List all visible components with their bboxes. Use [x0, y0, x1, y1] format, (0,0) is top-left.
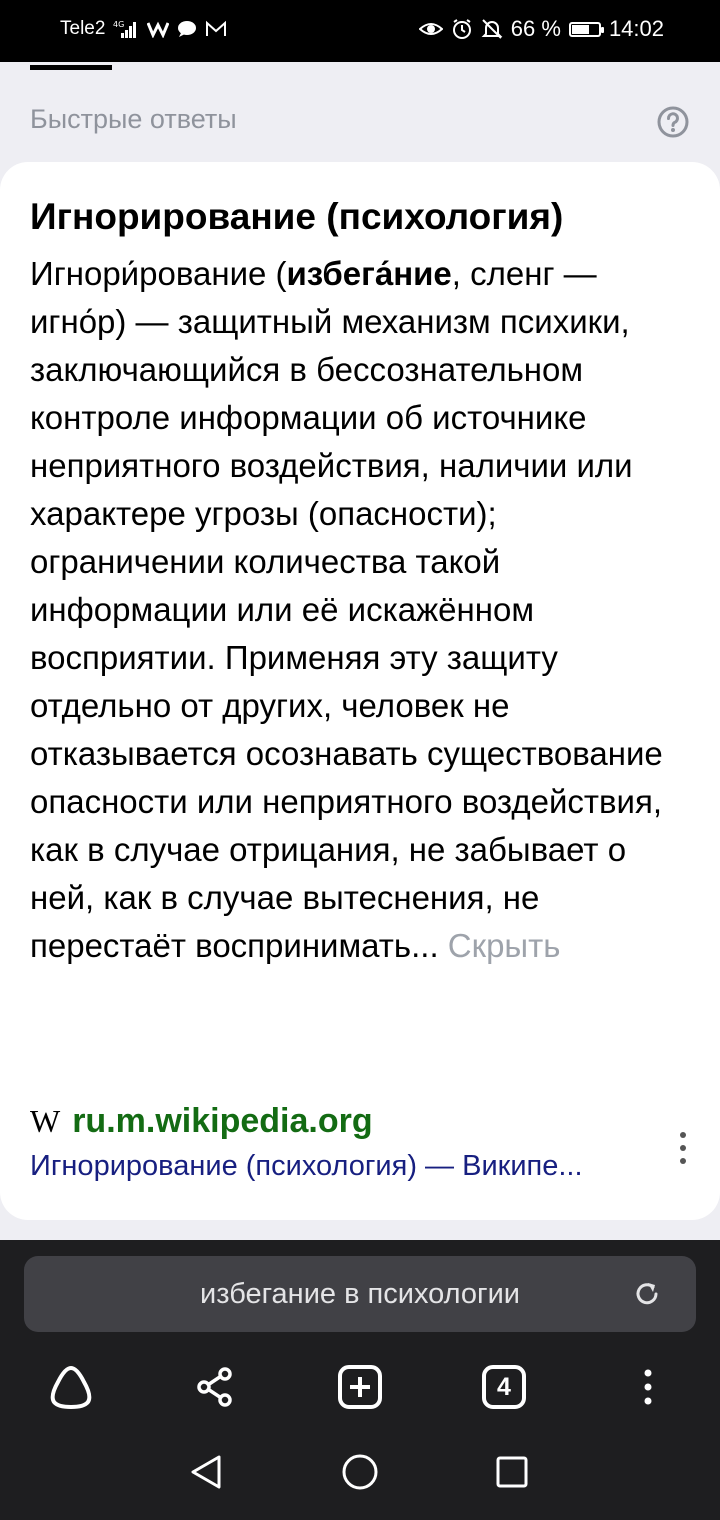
home-icon[interactable]: [340, 1452, 380, 1492]
tab-count: 4: [497, 1372, 511, 1401]
section-title: Быстрые ответы: [30, 104, 237, 134]
back-icon[interactable]: [186, 1452, 226, 1492]
reload-icon[interactable]: [632, 1279, 662, 1309]
share-icon[interactable]: [190, 1362, 240, 1412]
menu-icon[interactable]: [623, 1362, 673, 1412]
battery-icon: [568, 21, 604, 37]
recents-icon[interactable]: [492, 1452, 532, 1492]
answer-body-rest: , сленг — игно́р) — защитный механизм пс…: [30, 255, 663, 964]
address-bar[interactable]: избегание в психологии: [24, 1256, 696, 1332]
hide-link[interactable]: Скрыть: [448, 927, 561, 964]
eye-icon: [418, 19, 443, 39]
app-w-icon: [147, 20, 170, 38]
battery-level: [571, 24, 590, 34]
notifications-off-icon: [481, 18, 503, 40]
new-tab-icon[interactable]: [335, 1362, 385, 1412]
status-bar: Tele2 4G 66 % 14:02: [0, 0, 720, 62]
network-type-label: 4G: [113, 20, 124, 29]
answer-card: Игнорирование (психология) Игнори́ровани…: [0, 162, 720, 1220]
source-title-link[interactable]: Игнорирование (психология) — Википе...: [30, 1150, 650, 1183]
answer-body-intro: Игнори́рование (: [30, 255, 287, 292]
alice-icon[interactable]: [46, 1362, 96, 1412]
tabs-icon[interactable]: 4: [479, 1362, 529, 1412]
source-row[interactable]: W ru.m.wikipedia.org: [30, 1102, 373, 1141]
source-domain-link[interactable]: ru.m.wikipedia.org: [72, 1102, 372, 1141]
system-nav-bar: [0, 1420, 720, 1520]
more-vert-icon[interactable]: [668, 1130, 698, 1166]
signal-icon: 4G: [113, 19, 139, 39]
battery-percent-label: 66 %: [510, 16, 561, 41]
wikipedia-logo: W: [30, 1103, 61, 1139]
clock-label: 14:02: [608, 16, 664, 41]
status-bar-right: 66 % 14:02: [418, 16, 664, 42]
mail-icon: [205, 20, 227, 38]
browser-toolbar: 4: [0, 1350, 720, 1420]
status-bar-left: Tele2 4G: [60, 18, 227, 40]
tab-indicator: [30, 65, 112, 70]
address-bar-text[interactable]: избегание в психологии: [24, 1256, 696, 1332]
carrier-label: Tele2: [60, 18, 106, 39]
help-circle-icon[interactable]: [657, 106, 689, 138]
browser-bottom-bar: избегание в психологии 4: [0, 1240, 720, 1420]
alarm-icon: [451, 18, 473, 40]
answer-body: Игнори́рование (избега́ние, сленг — игно…: [30, 250, 694, 970]
chat-bubble-icon: [177, 20, 197, 38]
answer-title: Игнорирование (психология): [30, 196, 564, 237]
answer-body-bold: избега́ние: [286, 255, 452, 292]
